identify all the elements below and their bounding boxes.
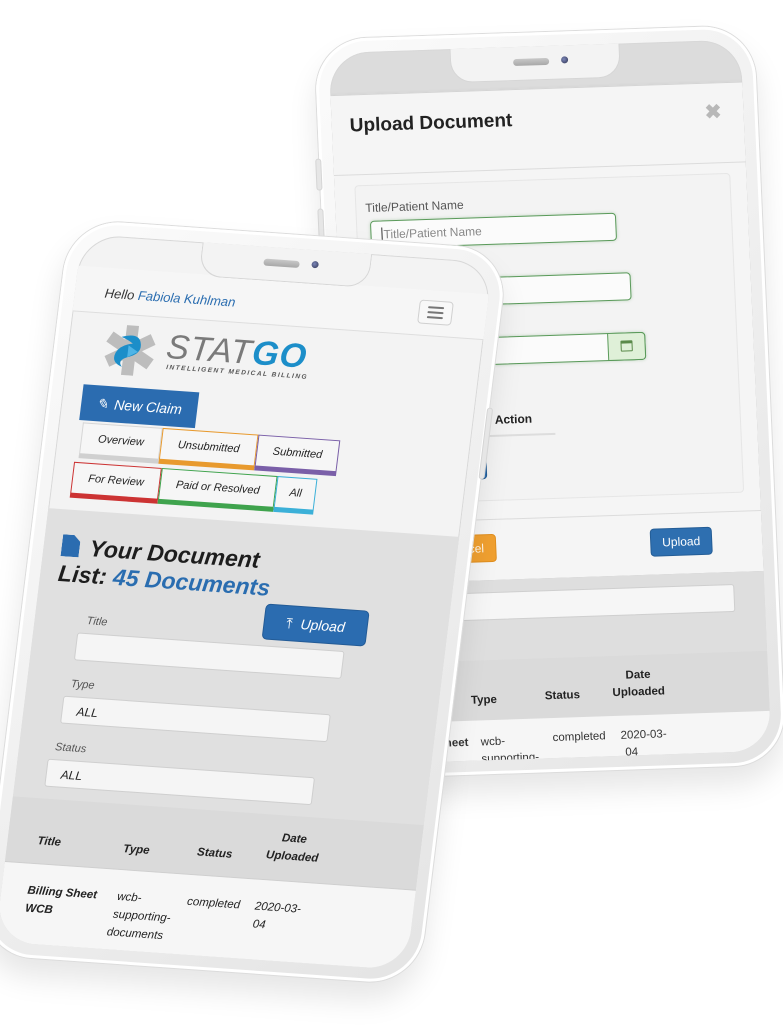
- header-date-uploaded: Date Uploaded: [260, 828, 326, 868]
- header-date-uploaded: Date Uploaded: [608, 666, 669, 702]
- logo-go: GO: [249, 334, 310, 376]
- hamburger-menu-icon[interactable]: [417, 299, 454, 326]
- document-list-heading: Your Document List: 45 Documents: [57, 533, 293, 603]
- title-filter-label: Title: [85, 615, 109, 629]
- tab-for-review[interactable]: For Review: [69, 461, 162, 504]
- cell-type: wcb- supporting- documents: [480, 733, 540, 765]
- cell-status: completed: [186, 895, 241, 912]
- speaker-grille: [263, 258, 300, 269]
- cell-date: 2020-03- 04: [252, 898, 302, 937]
- front-camera: [311, 260, 320, 269]
- document-list-section: Your Document List: 45 Documents ⤒ Uploa…: [0, 508, 460, 971]
- speaker-grille: [513, 57, 550, 67]
- claim-tabs: ✎ New Claim Overview Unsubmitted Submitt…: [49, 383, 474, 529]
- header-type: Type: [470, 693, 498, 707]
- cell-status: completed: [552, 730, 606, 745]
- type-filter-label: Type: [70, 678, 96, 692]
- statgo-logo[interactable]: STATGO INTELLIGENT MEDICAL BILLING: [95, 321, 341, 391]
- cell-title: Billing Sheet WCB: [24, 882, 98, 923]
- new-claim-button[interactable]: ✎ New Claim: [79, 384, 200, 429]
- new-claim-label: New Claim: [113, 396, 183, 418]
- upload-icon: ⤒: [285, 614, 294, 631]
- front-camera: [560, 56, 569, 64]
- calendar-button[interactable]: [607, 331, 647, 361]
- calendar-icon: [620, 340, 633, 352]
- user-name-link[interactable]: Fabiola Kuhlman: [137, 288, 236, 310]
- tab-overview[interactable]: Overview: [78, 422, 163, 464]
- cell-type-line2: supporting-: [481, 751, 540, 765]
- cell-date-line2: 04: [251, 918, 267, 932]
- header-date-line2: Uploaded: [265, 849, 320, 865]
- document-icon: [60, 534, 81, 557]
- header-type: Type: [122, 843, 151, 857]
- upload-button[interactable]: ⤒ Upload: [261, 603, 370, 647]
- tab-unsubmitted[interactable]: Unsubmitted: [158, 427, 259, 471]
- header-date-line1: Date: [625, 668, 651, 682]
- title-patient-placeholder: Title/Patient Name: [383, 224, 483, 242]
- notch: [449, 43, 621, 84]
- greeting-text: Hello: [103, 285, 136, 303]
- close-icon[interactable]: ✖: [704, 99, 722, 125]
- upload-label: Upload: [299, 616, 346, 636]
- front-screen: Hello Fabiola Kuhlman STATGO INTELLIGENT…: [0, 233, 493, 971]
- header-date-line2: Uploaded: [612, 685, 666, 700]
- tab-submitted[interactable]: Submitted: [254, 434, 341, 477]
- header-title: Title: [36, 835, 62, 849]
- cell-date: 2020-03- 04: [620, 726, 668, 761]
- greeting: Hello Fabiola Kuhlman: [104, 286, 236, 310]
- files-header-action: Action: [494, 411, 533, 427]
- cell-type-line1: wcb-: [480, 735, 506, 749]
- cell-type-line3: documents: [106, 926, 164, 943]
- cell-date-line1: 2020-03-: [620, 728, 667, 742]
- modal-upload-button[interactable]: Upload: [649, 526, 713, 557]
- heading-part2: List:: [56, 560, 109, 590]
- pencil-icon: ✎: [95, 394, 110, 412]
- mute-switch: [316, 159, 322, 190]
- type-filter-select[interactable]: ALL: [60, 695, 331, 743]
- tab-all[interactable]: All: [273, 476, 318, 515]
- status-filter-select[interactable]: ALL: [44, 758, 316, 806]
- modal-title: Upload Document: [349, 110, 513, 137]
- status-filter-label: Status: [54, 741, 87, 756]
- cell-date-line2: 04: [625, 746, 639, 759]
- logo-mark-icon: [104, 325, 156, 376]
- tab-paid-or-resolved[interactable]: Paid or Resolved: [157, 467, 278, 512]
- phone-front: Hello Fabiola Kuhlman STATGO INTELLIGENT…: [0, 218, 509, 986]
- header-status: Status: [544, 689, 581, 703]
- header-status: Status: [196, 846, 233, 861]
- cell-type: wcb- supporting- documents: [106, 888, 174, 946]
- modal-header: Upload Document ✖: [330, 82, 746, 177]
